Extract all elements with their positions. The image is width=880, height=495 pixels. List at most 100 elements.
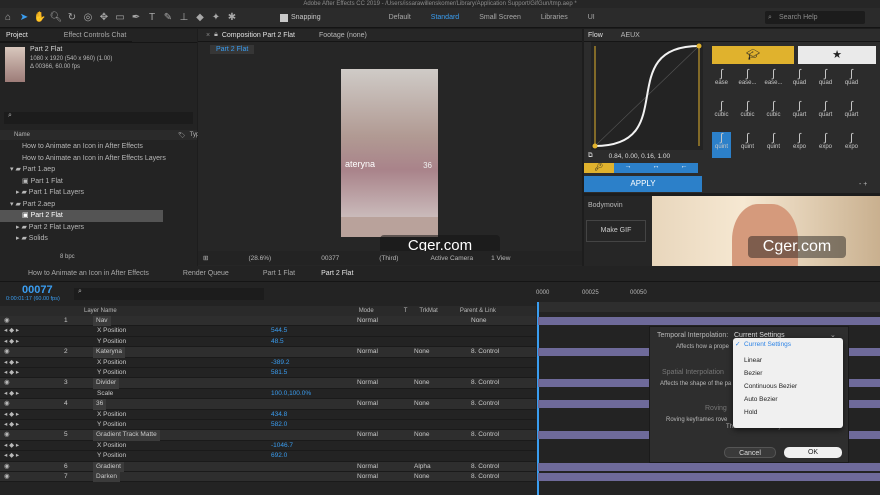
- puppet-tool-icon[interactable]: ✱: [224, 10, 240, 26]
- stamp-tool-icon[interactable]: ⊥: [176, 10, 192, 26]
- close-icon[interactable]: ×: [206, 32, 210, 39]
- layer-row[interactable]: ◉ 4 36 Normal None 8. Control: [0, 399, 536, 410]
- camera-tool-icon[interactable]: ◎: [80, 10, 96, 26]
- layer-duration-bar[interactable]: [538, 473, 880, 481]
- property-value[interactable]: 581.5: [271, 368, 287, 378]
- tab-composition[interactable]: Composition Part 2 Flat: [222, 32, 295, 39]
- checkbox-checked-icon[interactable]: [280, 13, 288, 22]
- resolution-select[interactable]: (Third): [379, 255, 398, 262]
- flow-preset-button[interactable]: ∫ expo: [790, 132, 809, 158]
- parent-select[interactable]: 8. Control: [471, 430, 499, 440]
- tab-part1-flat[interactable]: Part 1 Flat: [253, 266, 305, 282]
- list-item[interactable]: ▸ ▰ Part 2 Flat Layers: [0, 222, 197, 234]
- list-item[interactable]: ▣ Part 1 Flat: [0, 176, 197, 188]
- property-row[interactable]: ◂ ◆ ▸ Scale 100.0,100.0%: [0, 389, 536, 400]
- pen-tool-icon[interactable]: ✒: [128, 10, 144, 26]
- mode-select[interactable]: Normal: [357, 378, 378, 388]
- property-value[interactable]: 582.0: [271, 420, 287, 430]
- hand-tool-icon[interactable]: ✋: [32, 10, 48, 26]
- arrow-right-icon[interactable]: →: [614, 163, 642, 173]
- flow-preset-button[interactable]: ∫ quart: [816, 100, 835, 126]
- property-row[interactable]: ◂ ◆ ▸ Y Position 48.5: [0, 337, 536, 348]
- layer-row[interactable]: ◉ 5 Gradient Track Matte Normal None 8. Contr…: [0, 430, 536, 441]
- flow-preset-button[interactable]: ∫ cubic: [764, 100, 783, 126]
- snapping-toggle[interactable]: Snapping: [280, 13, 321, 22]
- flow-preset-button[interactable]: ∫ ease: [712, 68, 731, 94]
- tab-footage[interactable]: Footage (none): [319, 32, 367, 39]
- menu-item-continuous-bezier[interactable]: Continuous Bezier: [733, 380, 843, 393]
- trkmat-select[interactable]: Alpha: [414, 462, 431, 472]
- keyframe-nav-icon[interactable]: ◂ ◆ ▸: [4, 337, 19, 347]
- list-item[interactable]: ▸ ▰ Part 1 Flat Layers: [0, 187, 197, 199]
- list-item[interactable]: ▾ ▰ Part 2.aep: [0, 199, 197, 211]
- mode-select[interactable]: Normal: [357, 316, 378, 326]
- property-value[interactable]: 692.0: [271, 451, 287, 461]
- col-trkmat[interactable]: TrkMat: [419, 308, 437, 314]
- property-row[interactable]: ◂ ◆ ▸ X Position -389.2: [0, 358, 536, 368]
- layer-row[interactable]: ◉ 6 Gradient Normal Alpha 8. Control: [0, 461, 536, 472]
- layer-duration-bar[interactable]: [538, 462, 880, 471]
- cancel-button[interactable]: Cancel: [724, 447, 776, 458]
- selection-tool-icon[interactable]: ➤: [16, 10, 32, 26]
- flow-preset-button[interactable]: ∫ expo: [842, 132, 861, 158]
- layer-search-input[interactable]: ⌕: [74, 288, 264, 300]
- workspace-default[interactable]: Default: [379, 14, 421, 21]
- layer-duration-bar[interactable]: [538, 317, 880, 325]
- menu-item-current-settings[interactable]: ✓ Current Settings: [733, 338, 843, 351]
- mode-select[interactable]: Normal: [357, 347, 378, 357]
- lock-icon[interactable]: 🔒︎: [214, 31, 218, 39]
- mode-select[interactable]: Normal: [357, 472, 378, 482]
- composition-canvas[interactable]: ateryna 36: [341, 69, 438, 237]
- rectangle-tool-icon[interactable]: ▭: [112, 10, 128, 26]
- flow-preset-button[interactable]: ∫ ease...: [738, 68, 757, 94]
- property-row[interactable]: ◂ ◆ ▸ Y Position 582.0: [0, 420, 536, 431]
- flow-preset-button[interactable]: ∫ quint: [764, 132, 783, 158]
- visibility-eye-icon[interactable]: ◉: [4, 472, 10, 482]
- flow-preset-button[interactable]: ∫ cubic: [738, 100, 757, 126]
- ok-button[interactable]: OK: [784, 447, 842, 458]
- property-value[interactable]: -1046.7: [271, 441, 293, 451]
- property-row[interactable]: ◂ ◆ ▸ X Position 544.5: [0, 326, 536, 337]
- menu-item-linear[interactable]: Linear: [733, 354, 843, 367]
- visibility-eye-icon[interactable]: ◉: [4, 347, 10, 357]
- project-search-input[interactable]: ⌕: [4, 112, 193, 124]
- mode-select[interactable]: Normal: [357, 430, 378, 440]
- tab-aeux[interactable]: AEUX: [621, 32, 640, 39]
- bodymovin-label[interactable]: Bodymovin: [584, 196, 652, 215]
- type-tool-icon[interactable]: T: [144, 10, 160, 26]
- trkmat-select[interactable]: None: [414, 378, 430, 388]
- arrow-left-icon[interactable]: ←: [670, 163, 698, 173]
- trkmat-select[interactable]: None: [414, 472, 430, 482]
- arrows-both-icon[interactable]: ↔: [642, 163, 670, 173]
- flow-preset-button[interactable]: ∫ quad: [842, 68, 861, 94]
- menu-item-hold[interactable]: Hold: [733, 406, 843, 419]
- list-item[interactable]: ▸ ▰ Solids: [0, 233, 197, 245]
- property-row[interactable]: ◂ ◆ ▸ X Position 434.8: [0, 410, 536, 420]
- layer-row[interactable]: ◉ 3 Divider Normal None 8. Control: [0, 378, 536, 389]
- copy-icon[interactable]: ⧉: [588, 152, 593, 160]
- menu-item-auto-bezier[interactable]: Auto Bezier: [733, 393, 843, 406]
- bezier-curve-editor[interactable]: [591, 42, 703, 150]
- bezier-values[interactable]: 0.84, 0.00, 0.16, 1.00: [609, 153, 670, 160]
- brush-tool-icon[interactable]: ✎: [160, 10, 176, 26]
- keyframe-nav-icon[interactable]: ◂ ◆ ▸: [4, 420, 19, 430]
- col-name-header[interactable]: Name: [14, 132, 30, 138]
- bezier-curve-graph[interactable]: [591, 42, 703, 150]
- keyframe-nav-icon[interactable]: ◂ ◆ ▸: [4, 451, 19, 461]
- flow-preset-button[interactable]: ∫ cubic: [712, 100, 731, 126]
- property-value[interactable]: 100.0,100.0%: [271, 389, 311, 399]
- menu-item-bezier[interactable]: Bezier: [733, 367, 843, 380]
- property-value[interactable]: 48.5: [271, 337, 284, 347]
- roto-brush-tool-icon[interactable]: ✦: [208, 10, 224, 26]
- visibility-eye-icon[interactable]: ◉: [4, 378, 10, 388]
- property-value[interactable]: 544.5: [271, 326, 287, 336]
- col-parent[interactable]: Parent & Link: [460, 308, 496, 314]
- star-icon[interactable]: ★: [798, 46, 876, 64]
- workspace-small-screen[interactable]: Small Screen: [469, 14, 531, 21]
- flow-preset-button[interactable]: ∫ expo: [816, 132, 835, 158]
- trkmat-select[interactable]: None: [414, 399, 430, 409]
- layer-row[interactable]: ◉ 2 Kateryna Normal None 8. Control: [0, 347, 536, 358]
- workspace-ui[interactable]: UI: [578, 14, 605, 21]
- mode-select[interactable]: Normal: [357, 399, 378, 409]
- flow-preset-button[interactable]: ∫ ease...: [764, 68, 783, 94]
